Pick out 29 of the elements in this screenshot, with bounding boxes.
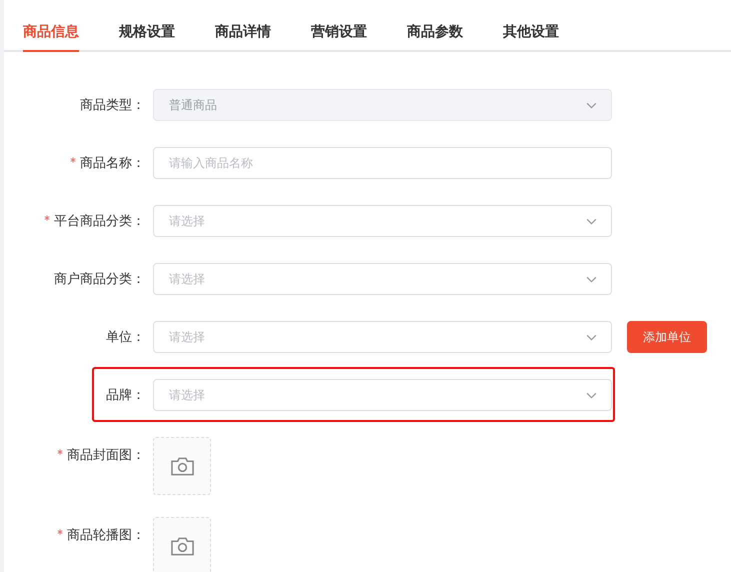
- select-field[interactable]: 请选择: [153, 205, 612, 237]
- field-label: 单位：: [106, 330, 145, 345]
- tab[interactable]: 其他设置: [503, 22, 559, 50]
- field-label: 商品类型：: [80, 98, 145, 113]
- tab[interactable]: 营销设置: [311, 22, 367, 50]
- add-unit-button[interactable]: 添加单位: [627, 321, 707, 353]
- chevron-down-icon: [586, 392, 597, 398]
- field-label: 商户商品分类：: [54, 272, 145, 287]
- select-field[interactable]: 请选择: [153, 263, 612, 295]
- camera-icon: [170, 456, 194, 476]
- tab[interactable]: 规格设置: [119, 22, 175, 50]
- image-upload[interactable]: [153, 517, 211, 572]
- select-field[interactable]: 请选择: [153, 379, 612, 411]
- image-upload[interactable]: [153, 437, 211, 495]
- tab[interactable]: 商品信息: [23, 22, 79, 52]
- chevron-down-icon: [586, 334, 597, 340]
- field-label: 品牌：: [106, 388, 145, 403]
- field-label: 商品轮播图：: [67, 528, 145, 543]
- tab[interactable]: 商品详情: [215, 22, 271, 50]
- field-label: 商品封面图：: [67, 448, 145, 463]
- chevron-down-icon: [586, 102, 597, 108]
- chevron-down-icon: [586, 276, 597, 282]
- chevron-down-icon: [586, 218, 597, 224]
- input-field[interactable]: 请输入商品名称: [153, 147, 612, 179]
- select-field[interactable]: 请选择: [153, 321, 612, 353]
- tab[interactable]: 商品参数: [407, 22, 463, 50]
- field-label: 平台商品分类：: [54, 214, 145, 229]
- field-label: 商品名称：: [80, 156, 145, 171]
- camera-icon: [170, 536, 194, 556]
